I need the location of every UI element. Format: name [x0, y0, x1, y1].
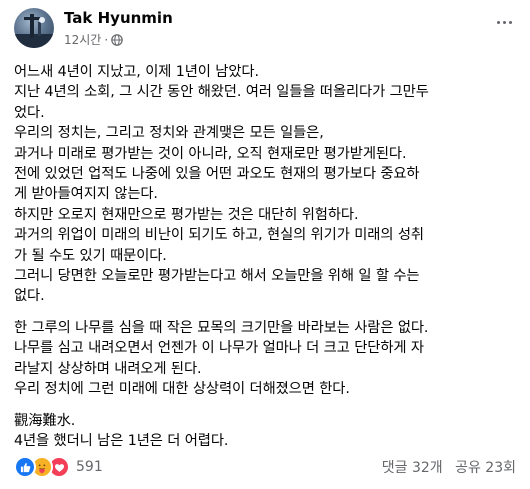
paragraph-3: 觀海難水. 4년을 했더니 남은 1년은 더 어렵다.: [14, 411, 519, 452]
post-meta: 12시간 ·: [64, 31, 123, 48]
paragraph-1: 어느새 4년이 지났고, 이제 1년이 남았다. 지난 4년의 소회, 그 시간…: [14, 62, 519, 307]
body-line: 과거의 위업이 미래의 비난이 되기도 하고, 현실의 위기가 미래의 성취: [14, 227, 424, 244]
body-line: 觀海難水.: [14, 412, 76, 429]
shares-count-link[interactable]: 공유 23회: [455, 460, 516, 476]
body-line: 우리의 정치는, 그리고 정치와 관계맺은 모든 일들은,: [14, 125, 324, 142]
body-line: 4년을 했더니 남은 1년은 더 어렵다.: [14, 432, 229, 449]
reactions-summary[interactable]: 591: [14, 456, 103, 478]
body-line: 전에 있었던 업적도 나중에 있을 어떤 과오도 현재의 평가보다 중요하: [14, 166, 420, 183]
more-options-icon[interactable]: [492, 12, 516, 32]
like-icon: [14, 456, 36, 478]
body-line: 없다.: [14, 288, 45, 305]
paragraph-2: 한 그루의 나무를 심을 때 작은 묘목의 크기만을 바라보는 사람은 없다. …: [14, 318, 519, 400]
body-line: 그러니 당면한 오늘로만 평가받는다고 해서 오늘만을 위해 일 할 수는: [14, 268, 420, 285]
body-line: 과거나 미래로 평가받는 것이 아니라, 오직 현재로만 평가받게된다.: [14, 145, 407, 162]
meta-separator: ·: [104, 32, 109, 47]
body-line: 게 받아들여지지 않는다.: [14, 186, 158, 203]
post-footer: 591 댓글 32개 공유 23회: [14, 453, 516, 478]
facebook-post: Tak Hyunmin 12시간 · 어느새 4년이 지났고, 이제 1년이 남…: [0, 0, 530, 489]
post-time[interactable]: 12시간: [64, 31, 101, 48]
body-line: 한 그루의 나무를 심을 때 작은 묘목의 크기만을 바라보는 사람은 없다.: [14, 319, 429, 336]
post-header: Tak Hyunmin 12시간 ·: [14, 8, 516, 52]
engagement-stats: 댓글 32개 공유 23회: [382, 457, 516, 477]
author-avatar[interactable]: [14, 8, 54, 48]
body-line: 우리 정치에 그런 미래에 대한 상상력이 더해졌으면 한다.: [14, 381, 350, 398]
body-line: 어느새 4년이 지났고, 이제 1년이 남았다.: [14, 64, 259, 80]
body-line: 나무를 심고 내려오면서 언젠가 이 나무가 얼마나 더 크고 단단하게 자: [14, 340, 424, 357]
body-line: 었다.: [14, 104, 45, 121]
body-line: 가 될 수도 있기 때문이다.: [14, 247, 167, 264]
body-line: 라날지 상상하며 내려오게 된다.: [14, 360, 202, 377]
comments-count-link[interactable]: 댓글 32개: [382, 460, 443, 476]
post-body: 어느새 4년이 지났고, 이제 1년이 남았다. 지난 4년의 소회, 그 시간…: [14, 62, 519, 451]
avatar-image: [14, 14, 54, 48]
body-line: 지난 4년의 소회, 그 시간 동안 해왔던. 여러 일들을 떠올리다가 그만두: [14, 84, 429, 101]
reaction-count: 591: [76, 459, 103, 475]
body-line: 하지만 오로지 현재만으로 평가받는 것은 대단히 위험하다.: [14, 206, 359, 223]
globe-icon: [111, 33, 123, 46]
author-name[interactable]: Tak Hyunmin: [64, 9, 173, 27]
